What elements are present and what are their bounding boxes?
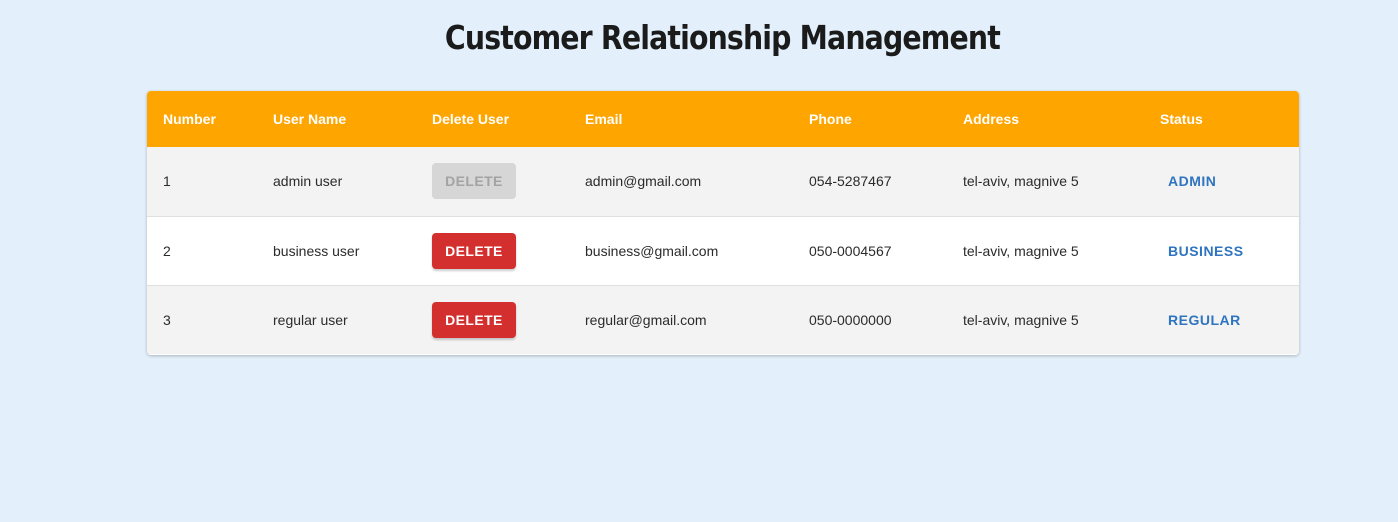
column-header-delete-user: Delete User xyxy=(432,111,510,127)
cell-user-name: regular user xyxy=(273,311,348,328)
cell-delete: DELETE xyxy=(416,285,569,354)
status-button[interactable]: BUSINESS xyxy=(1160,237,1252,265)
cell-delete: DELETE xyxy=(416,216,569,285)
column-header-status: Status xyxy=(1160,111,1203,127)
cell-phone: 050-0004567 xyxy=(809,242,892,259)
delete-user-button: DELETE xyxy=(432,163,516,200)
cell-phone: 050-0000000 xyxy=(809,311,892,328)
delete-user-button[interactable]: DELETE xyxy=(432,232,516,269)
cell-number: 3 xyxy=(163,311,171,328)
column-header-number: Number xyxy=(163,111,216,127)
delete-user-button[interactable]: DELETE xyxy=(432,301,516,338)
users-table: Number User Name Delete User Email Phone… xyxy=(147,91,1299,354)
cell-user-name: business user xyxy=(273,242,360,259)
cell-address: tel-aviv, magnive 5 xyxy=(963,242,1079,259)
column-header-address: Address xyxy=(963,111,1020,127)
cell-status: ADMIN xyxy=(1144,147,1299,216)
cell-number: 1 xyxy=(163,173,171,190)
cell-user-name: admin user xyxy=(273,173,343,190)
cell-address: tel-aviv, magnive 5 xyxy=(963,173,1079,190)
table-header-row: Number User Name Delete User Email Phone… xyxy=(147,91,1299,147)
cell-email: admin@gmail.com xyxy=(585,173,702,190)
status-button[interactable]: ADMIN xyxy=(1160,167,1224,195)
cell-email: regular@gmail.com xyxy=(585,311,707,328)
column-header-user-name: User Name xyxy=(273,111,347,127)
column-header-email: Email xyxy=(585,111,623,127)
cell-address: tel-aviv, magnive 5 xyxy=(963,311,1079,328)
table-row: 1 admin user DELETE admin@gmail.com 054-… xyxy=(147,147,1299,216)
cell-phone: 054-5287467 xyxy=(809,173,892,190)
table-row: 3 regular user DELETE regular@gmail.com … xyxy=(147,285,1299,354)
users-table-card: Number User Name Delete User Email Phone… xyxy=(147,91,1299,355)
table-row: 2 business user DELETE business@gmail.co… xyxy=(147,216,1299,285)
cell-status: REGULAR xyxy=(1144,285,1299,354)
cell-status: BUSINESS xyxy=(1144,216,1299,285)
status-button[interactable]: REGULAR xyxy=(1160,306,1249,334)
column-header-phone: Phone xyxy=(809,111,852,127)
cell-email: business@gmail.com xyxy=(585,242,719,259)
cell-number: 2 xyxy=(163,242,171,259)
page-title: Customer Relationship Management xyxy=(444,18,1001,57)
cell-delete: DELETE xyxy=(416,147,569,216)
